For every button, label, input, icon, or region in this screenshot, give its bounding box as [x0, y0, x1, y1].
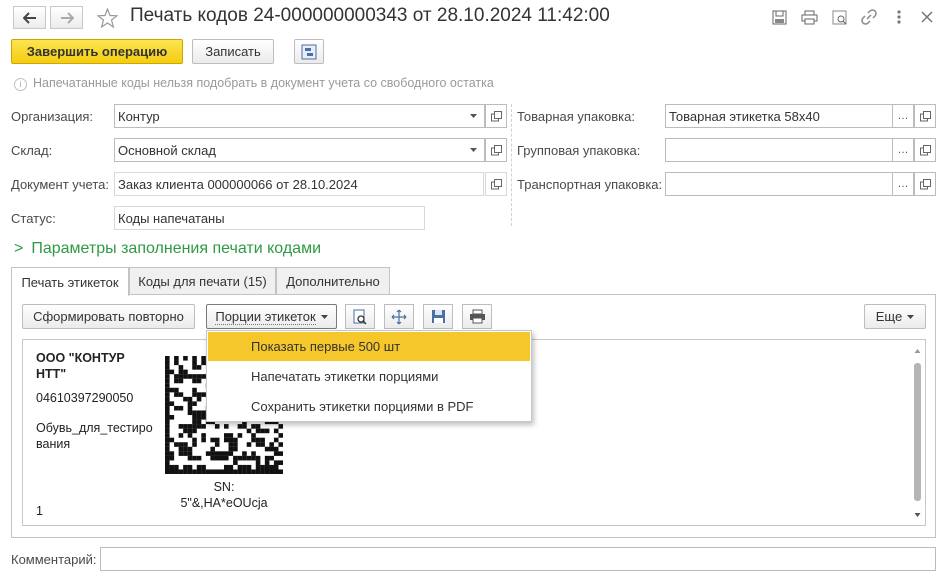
label-company-line2: НТТ" — [36, 367, 67, 381]
open-window-icon — [919, 110, 931, 121]
warehouse-open-button[interactable] — [485, 138, 507, 162]
structure-icon — [301, 44, 317, 59]
goods-pack-field[interactable]: Товарная этикетка 58х40 — [665, 104, 893, 128]
move-button[interactable] — [384, 304, 414, 329]
more-label: Еще — [875, 309, 903, 324]
menu-item-print-in-portions[interactable]: Напечатать этикетки порциями — [208, 362, 530, 391]
complete-operation-button[interactable]: Завершить операцию — [11, 39, 183, 64]
goods-pack-open-button[interactable] — [914, 104, 936, 128]
chevron-down-icon — [907, 314, 915, 319]
open-window-icon — [490, 144, 502, 155]
label-company-line1: ООО "КОНТУР — [36, 351, 125, 365]
label-count: 1 — [36, 504, 43, 518]
open-window-icon — [490, 178, 502, 189]
goods-pack-select-button[interactable]: … — [892, 104, 914, 128]
menu-item-show-first-500[interactable]: Показать первые 500 шт — [208, 332, 530, 361]
document-field[interactable]: Заказ клиента 000000066 от 28.10.2024 — [114, 172, 484, 196]
group-pack-label: Групповая упаковка: — [517, 143, 641, 158]
scroll-thumb[interactable] — [914, 363, 921, 501]
document-label: Документ учета: — [11, 177, 110, 192]
transport-pack-field[interactable] — [665, 172, 893, 196]
portions-dropdown-menu: Показать первые 500 шт Напечатать этикет… — [206, 330, 532, 422]
organization-open-button[interactable] — [485, 104, 507, 128]
group-pack-select-button[interactable]: … — [892, 138, 914, 162]
chevron-down-icon — [320, 314, 328, 319]
save-labels-button[interactable] — [423, 304, 453, 329]
page-title: Печать кодов 24-000000000343 от 28.10.20… — [130, 5, 610, 26]
tab-codes-for-print[interactable]: Коды для печати (15) — [129, 267, 276, 295]
label-portions-button[interactable]: Порции этикеток — [206, 304, 337, 329]
save-document-icon[interactable] — [769, 8, 789, 26]
warehouse-field[interactable]: Основной склад — [114, 138, 484, 162]
label-portions-label: Порции этикеток — [215, 308, 316, 325]
floppy-disk-icon — [431, 310, 445, 323]
status-field: Коды напечатаны — [114, 206, 425, 230]
transport-pack-select-button[interactable]: … — [892, 172, 914, 196]
comment-label: Комментарий: — [11, 552, 97, 567]
print-labels-button[interactable] — [462, 304, 492, 329]
back-button[interactable] — [13, 6, 46, 29]
write-button[interactable]: Записать — [192, 39, 274, 64]
printer-icon — [469, 309, 485, 324]
move-arrows-icon — [391, 309, 407, 324]
section-title: Параметры заполнения печати кодами — [31, 240, 321, 257]
favorite-star-icon[interactable] — [95, 6, 119, 30]
label-product-line1: Обувь_для_тестиро — [36, 421, 153, 435]
tab-print-labels[interactable]: Печать этикеток — [11, 267, 129, 296]
transport-pack-open-button[interactable] — [914, 172, 936, 196]
label-product-line2: вания — [36, 437, 71, 451]
warehouse-label: Склад: — [11, 143, 53, 158]
document-open-button[interactable] — [485, 172, 507, 196]
search-document-icon[interactable] — [829, 8, 849, 26]
menu-item-save-pdf-portions[interactable]: Сохранить этикетки порциями в PDF — [208, 392, 530, 421]
regenerate-button[interactable]: Сформировать повторно — [22, 304, 195, 329]
group-pack-field[interactable] — [665, 138, 893, 162]
comment-field[interactable] — [100, 547, 936, 571]
organization-dropdown-button[interactable] — [463, 104, 485, 128]
info-icon: i — [14, 78, 27, 91]
close-icon[interactable] — [917, 8, 937, 26]
open-window-icon — [919, 178, 931, 189]
organization-field[interactable]: Контур — [114, 104, 484, 128]
status-label: Статус: — [11, 211, 56, 226]
label-sn-value: 5"&,HA*eOUcja — [180, 496, 268, 510]
preview-icon — [353, 309, 367, 325]
structure-button[interactable] — [294, 39, 324, 64]
more-button[interactable]: Еще — [864, 304, 926, 329]
arrow-right-icon — [60, 11, 74, 24]
preview-scrollbar[interactable] — [911, 341, 924, 524]
label-sn-title: SN: — [213, 480, 235, 494]
fill-parameters-section[interactable]: > Параметры заполнения печати кодами — [14, 240, 321, 258]
column-divider — [511, 104, 512, 226]
link-icon[interactable] — [859, 8, 879, 26]
chevron-right-icon: > — [14, 240, 24, 257]
scroll-down-icon — [914, 513, 921, 517]
forward-button[interactable] — [50, 6, 83, 29]
more-vertical-icon[interactable] — [889, 8, 909, 26]
scroll-up-icon — [914, 349, 921, 353]
transport-pack-label: Транспортная упаковка: — [517, 177, 663, 192]
warehouse-dropdown-button[interactable] — [463, 138, 485, 162]
tab-additional[interactable]: Дополнительно — [276, 267, 390, 295]
open-window-icon — [490, 110, 502, 121]
organization-label: Организация: — [11, 109, 94, 124]
goods-pack-label: Товарная упаковка: — [517, 109, 635, 124]
hint-message: i Напечатанные коды нельзя подобрать в до… — [14, 76, 494, 91]
label-gtin: 04610397290050 — [36, 391, 134, 405]
preview-button[interactable] — [345, 304, 375, 329]
open-window-icon — [919, 144, 931, 155]
arrow-left-icon — [22, 11, 36, 24]
chevron-down-icon — [470, 148, 477, 152]
print-icon[interactable] — [799, 8, 819, 26]
hint-text: Напечатанные коды нельзя подобрать в док… — [33, 76, 494, 90]
chevron-down-icon — [470, 114, 477, 118]
group-pack-open-button[interactable] — [914, 138, 936, 162]
